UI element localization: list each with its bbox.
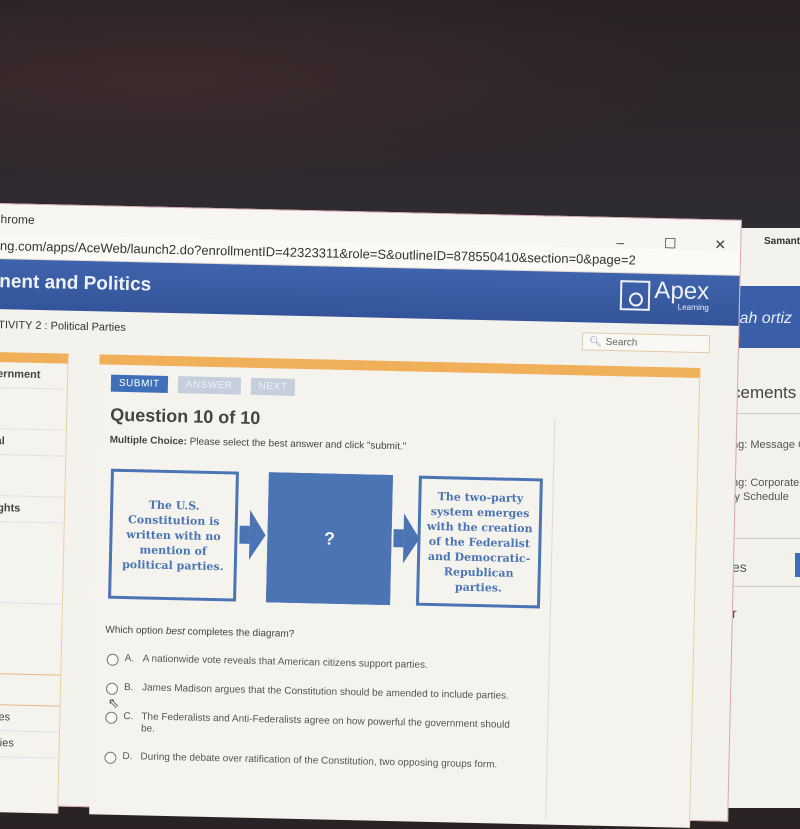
browser-window: hrome – ☐ ✕ ng.com/apps/AceWeb/launch2.d… xyxy=(0,203,742,828)
search-placeholder: Search xyxy=(605,336,638,349)
option-letter: D. xyxy=(122,751,133,763)
search-input[interactable]: 🔍︎ Search xyxy=(581,332,711,354)
submit-button[interactable]: SUBMIT xyxy=(110,374,168,393)
bg-announcements-title: cements xyxy=(732,383,797,402)
divider xyxy=(0,521,64,605)
diagram-box-cause: The U.S. Constitution is written with no… xyxy=(108,468,239,602)
search-icon: 🔍︎ xyxy=(588,335,602,348)
question-type: Multiple Choice: xyxy=(109,434,187,448)
divider xyxy=(730,586,800,587)
divider xyxy=(545,418,556,819)
bg-blue-button[interactable] xyxy=(795,553,800,577)
sidebar-item[interactable]: vities xyxy=(0,730,60,759)
course-title: nent and Politics xyxy=(0,271,152,296)
bg-announcement-item[interactable]: ng: Message C xyxy=(732,438,800,452)
answer-button[interactable]: ANSWER xyxy=(177,376,241,395)
app-title: hrome xyxy=(0,212,35,227)
option-letter: A. xyxy=(124,653,135,665)
prompt-text: completes the diagram? xyxy=(184,626,295,640)
diagram-box-effect: The two-party system emerges with the cr… xyxy=(415,475,543,609)
diagram-box-unknown: ? xyxy=(266,472,393,606)
radio-button[interactable] xyxy=(105,682,119,695)
divider xyxy=(0,387,67,431)
divider xyxy=(0,673,61,707)
sidebar-item[interactable]: rces xyxy=(0,704,60,733)
divider xyxy=(730,413,800,414)
option-text: A nationwide vote reveals that American … xyxy=(142,653,428,671)
divider xyxy=(0,454,66,498)
question-toolbar: SUBMIT ANSWER NEXT xyxy=(110,374,296,396)
question-instructions: Multiple Choice: Please select the best … xyxy=(110,435,407,453)
divider xyxy=(730,538,800,539)
flow-diagram: The U.S. Constitution is written with no… xyxy=(108,468,543,617)
bg-user-name: Samanth xyxy=(764,236,800,247)
prompt-emphasis: best xyxy=(165,625,185,638)
question-panel: SUBMIT ANSWER NEXT Question 10 of 10 Mul… xyxy=(89,354,701,828)
answer-options: A. A nationwide vote reveals that Americ… xyxy=(104,653,527,789)
option-a[interactable]: A. A nationwide vote reveals that Americ… xyxy=(106,653,527,676)
radio-button[interactable] xyxy=(106,653,119,666)
option-b[interactable]: B. James Madison argues that the Constit… xyxy=(105,682,526,705)
bg-announcement-item[interactable]: ng: Corporate xyxy=(732,476,799,490)
sidebar-item[interactable]: ights xyxy=(0,495,65,524)
next-button[interactable]: NEXT xyxy=(250,377,296,396)
sidebar-item[interactable]: al xyxy=(0,428,66,457)
background-scene xyxy=(0,0,800,205)
radio-button[interactable] xyxy=(105,711,118,724)
divider xyxy=(0,602,62,676)
bg-section-item[interactable]: es xyxy=(732,560,747,574)
radio-button[interactable] xyxy=(104,751,117,764)
instructions-text: Please select the best answer and click … xyxy=(189,436,407,453)
apex-logo[interactable]: Apex Learning xyxy=(620,276,710,312)
option-text: The Federalists and Anti-Federalists agr… xyxy=(140,711,510,735)
option-d[interactable]: D. During the debate over ratification o… xyxy=(104,751,524,774)
option-c[interactable]: C. The Federalists and Anti-Federalists … xyxy=(105,711,525,745)
sidebar-item[interactable]: ernment xyxy=(0,361,68,390)
question-title: Question 10 of 10 xyxy=(110,404,261,429)
bg-announcement-item[interactable]: ly Schedule xyxy=(732,490,789,504)
bg-username: iah ortiz xyxy=(736,310,793,327)
option-text: During the debate over ratification of t… xyxy=(140,751,498,771)
prompt-text: Which option xyxy=(105,624,167,637)
logo-name: Apex xyxy=(654,276,710,306)
option-letter: C. xyxy=(123,711,134,723)
mouse-cursor-icon: ⇖ xyxy=(107,694,120,711)
option-letter: B. xyxy=(123,682,134,694)
breadcrumb: TIVITY 2 : Political Parties xyxy=(0,319,126,334)
apex-logo-icon xyxy=(620,279,651,311)
option-text: James Madison argues that the Constituti… xyxy=(141,682,509,702)
sidebar: ernment al ights rces vities xyxy=(0,351,69,814)
question-prompt: Which option best completes the diagram? xyxy=(105,625,294,640)
